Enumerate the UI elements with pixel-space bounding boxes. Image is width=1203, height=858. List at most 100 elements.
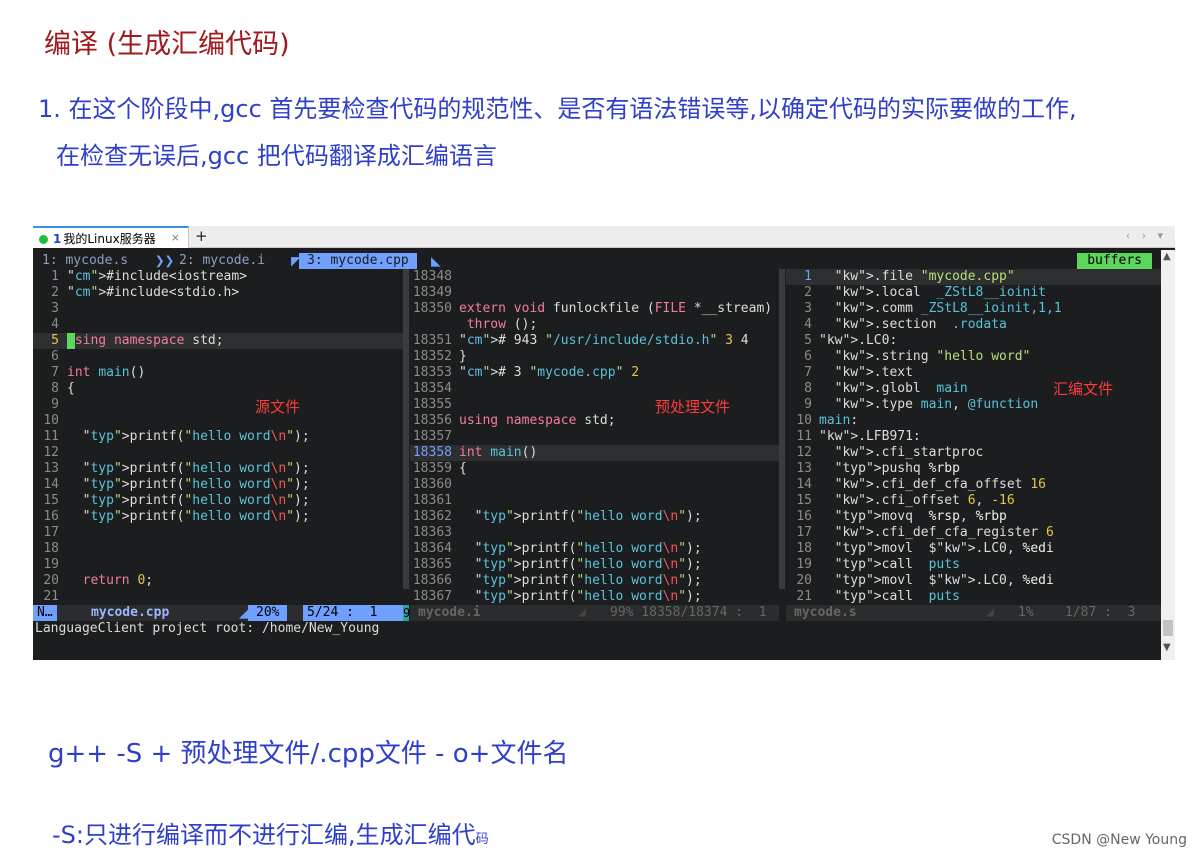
line-number: 20 (796, 573, 812, 588)
page-title: 编译 (生成汇编代码) (44, 29, 290, 60)
buffer-separator-icon: ❯❯ (155, 251, 175, 270)
line-number: 10 (43, 413, 59, 428)
code-line: "kw">.cfi_def_cfa_register 6 (834, 525, 1054, 540)
line-number: 18363 (412, 525, 452, 540)
line-number: 18366 (412, 573, 452, 588)
line-number: 13 (796, 461, 812, 476)
line-number: 18364 (412, 541, 452, 556)
buffer-3-active[interactable]: 3: mycode.cpp (299, 253, 417, 269)
scrollbar-thumb[interactable] (1163, 620, 1173, 636)
scroll-down-icon[interactable]: ▼ (1163, 642, 1171, 653)
command-usage: g++ -S + 预处理文件/.cpp文件 - o+文件名 (48, 739, 569, 769)
code-line: "kw">.LC0: (819, 333, 898, 348)
line-number: 7 (51, 365, 59, 380)
line-number: 2 (51, 285, 59, 300)
pane-divider[interactable] (779, 269, 785, 589)
line-number: 18359 (412, 461, 452, 476)
line-number: 18 (796, 541, 812, 556)
line-number: 13 (43, 461, 59, 476)
line-number: 11 (796, 429, 812, 444)
line-number: 18355 (412, 397, 452, 412)
status-separator-icon: ◢ (239, 604, 249, 622)
scrollbar[interactable]: ▲ ▼ (1161, 250, 1175, 660)
code-line: "typ">printf("hello word\n"); (82, 477, 310, 492)
code-line: using namespace std; (459, 413, 616, 428)
line-number: 18362 (412, 509, 452, 524)
pane-divider[interactable] (403, 269, 409, 589)
text-cursor (67, 333, 75, 349)
code-line: "typ">movl $"kw">.LC0, %edi (834, 541, 1054, 556)
status-line-right: mycode.s ◢ 1% 1/87 : 3 (786, 605, 1161, 621)
source-annotation: 源文件 (255, 398, 301, 416)
terminal-window: 1 我的Linux服务器 × + ‹ › ▾ 1: mycode.s ❯❯ 2: … (33, 226, 1175, 660)
code-line: "typ">printf("hello word\n"); (474, 589, 702, 604)
line-number: 5 (51, 333, 59, 348)
line-number: 7 (804, 365, 812, 380)
line-number: 12 (43, 445, 59, 460)
line-number: 4 (51, 317, 59, 332)
line-number: 14 (43, 477, 59, 492)
status-filename: mycode.cpp (91, 605, 170, 620)
line-number: 6 (804, 349, 812, 364)
tab-scroll-arrows[interactable]: ‹ › ▾ (1126, 229, 1167, 242)
code-line: "kw">.comm _ZStL8__ioinit,1,1 (834, 301, 1062, 316)
line-number: 9 (804, 397, 812, 412)
preprocessed-pane[interactable]: 18348 18349 18350 extern void funlockfile (… (410, 269, 780, 605)
line-number: 15 (43, 493, 59, 508)
add-tab-button[interactable]: + (195, 227, 208, 245)
buffer-line: 1: mycode.s ❯❯ 2: mycode.i ◤ 3: mycode.c… (33, 253, 1161, 269)
line-number: 11 (43, 429, 59, 444)
line-number: 17 (796, 525, 812, 540)
status-separator-icon: ◢ (986, 605, 994, 620)
line-number: 14 (796, 477, 812, 492)
code-line: } (459, 349, 467, 364)
code-line: "typ">printf("hello word\n"); (474, 509, 702, 524)
close-tab-icon[interactable]: × (171, 231, 180, 244)
vim-editor[interactable]: 1: mycode.s ❯❯ 2: mycode.i ◤ 3: mycode.c… (33, 250, 1161, 660)
code-line: "cm">#include<iostream> (67, 269, 248, 284)
tab-linux-server[interactable]: 1 我的Linux服务器 × (33, 226, 189, 248)
code-line: "typ">printf("hello word\n"); (82, 493, 310, 508)
scroll-up-icon[interactable]: ▲ (1163, 251, 1171, 262)
code-line: "typ">call puts (834, 589, 960, 604)
option-description: -S:只进行编译而不进行汇编,生成汇编代码 (52, 815, 489, 850)
code-line: "typ">movq %rsp, %rbp (834, 509, 1007, 524)
line-number: 18 (43, 541, 59, 556)
line-number: 18360 (412, 477, 452, 492)
code-line: extern void funlockfile (FILE *__stream) (459, 301, 773, 316)
buffer-1[interactable]: 1: mycode.s (42, 253, 128, 269)
line-number: 18358 (412, 445, 452, 460)
code-line: "kw">.local _ZStL8__ioinit (834, 285, 1046, 300)
code-line: throw (); (466, 317, 538, 332)
assembly-pane[interactable]: 1 "kw">.file "mycode.cpp" 2 "kw">.local _… (786, 269, 1161, 605)
source-pane[interactable]: 1 "cm">#include<iostream> 2 "cm">#include<s… (33, 269, 403, 605)
line-number: 18353 (412, 365, 452, 380)
code-line: "typ">call puts (834, 557, 960, 572)
code-line: { (459, 461, 467, 476)
line-number: 2 (804, 285, 812, 300)
preprocessed-annotation: 预处理文件 (655, 398, 731, 416)
line-number: 18352 (412, 349, 452, 364)
status-separator-icon: ◢ (578, 605, 586, 620)
code-line: using namespace std; (67, 333, 224, 348)
connected-status-icon (39, 235, 48, 244)
tab-number: 1 (53, 232, 62, 246)
status-line-left: N… mycode.cpp ◢ 20% 5/24 : 1 (33, 605, 403, 621)
code-line: "cm"># 943 "/usr/include/stdio.h" 3 4 (459, 333, 749, 348)
buffer-2[interactable]: 2: mycode.i (179, 253, 265, 269)
code-line: "kw">.type main, @function (834, 397, 1039, 412)
line-number: 3 (51, 301, 59, 316)
status-position: 99% 18358/18374 : 1 (610, 605, 767, 620)
line-number: 12 (796, 445, 812, 460)
para1-line1: 1. 在这个阶段中,gcc 首先要检查代码的规范性、是否有语法错误等,以确定代码… (38, 95, 1077, 123)
code-line: "cm"># 3 "mycode.cpp" 2 (459, 365, 640, 380)
code-line: int main() (67, 365, 146, 380)
code-line: "kw">.cfi_startproc (834, 445, 984, 460)
status-position: 1% 1/87 : 3 (1018, 605, 1136, 620)
line-number: 18357 (412, 429, 452, 444)
line-number: 8 (51, 381, 59, 396)
code-line: main: (819, 413, 859, 428)
code-line: { (67, 381, 75, 396)
line-number: 18351 (412, 333, 452, 348)
status-mode: N… (33, 605, 57, 621)
